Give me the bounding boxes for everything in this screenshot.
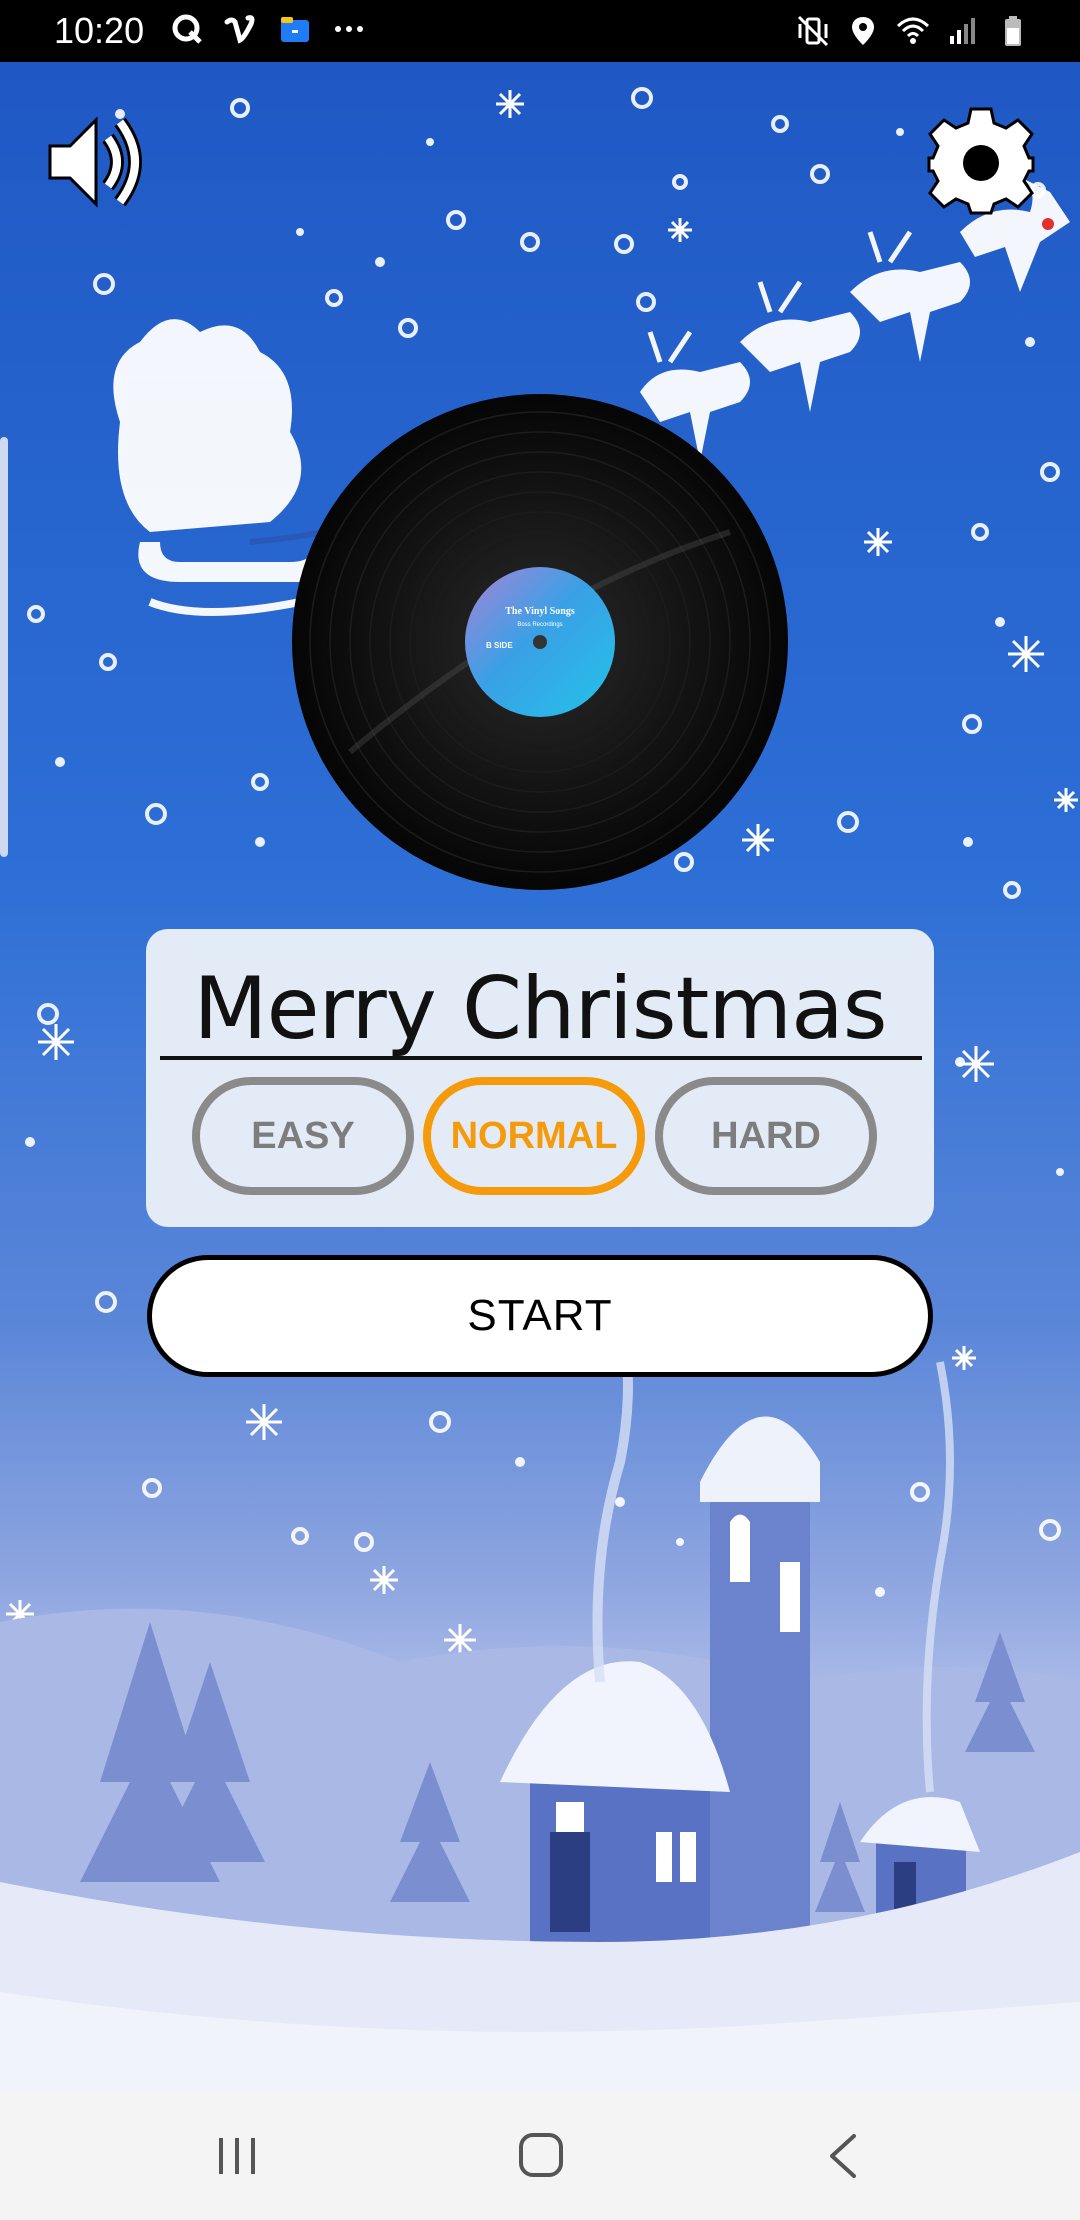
status-bar: 10:20 (0, 0, 1080, 62)
sound-toggle-button[interactable] (46, 112, 154, 212)
speaker-icon (48, 116, 142, 208)
game-background: The Vinyl Songs Boss Recordings B SIDE M… (0, 62, 1080, 2092)
record-label-side: B SIDE (486, 641, 513, 650)
song-title: Merry Christmas (193, 959, 887, 1059)
difficulty-normal-button[interactable]: NORMAL (423, 1077, 645, 1195)
files-icon (281, 17, 309, 42)
vimeo-icon (224, 15, 255, 44)
vibrate-mute-icon (797, 15, 829, 47)
recents-icon[interactable] (215, 2136, 259, 2176)
title-underline (160, 1056, 922, 1060)
status-right-icons (796, 14, 1030, 48)
difficulty-hard-button[interactable]: HARD (655, 1077, 877, 1195)
location-icon (852, 17, 874, 45)
gear-icon (927, 107, 1035, 215)
back-icon[interactable] (824, 2132, 864, 2180)
home-icon[interactable] (518, 2132, 564, 2178)
status-left-icons (170, 12, 366, 46)
status-time: 10:20 (54, 10, 145, 51)
navigation-bar (0, 2092, 1080, 2220)
start-button[interactable]: START (147, 1255, 933, 1377)
record-label-subtitle: Boss Recordings (517, 622, 562, 628)
battery-icon (1005, 16, 1021, 46)
settings-button[interactable] (926, 106, 1036, 216)
vinyl-record: The Vinyl Songs Boss Recordings B SIDE (292, 394, 788, 890)
signal-icon (950, 18, 975, 44)
wifi-icon (896, 17, 930, 44)
q-app-icon (172, 14, 202, 44)
more-dots-icon (335, 26, 363, 32)
difficulty-easy-button[interactable]: EASY (192, 1077, 414, 1195)
record-label-title: The Vinyl Songs (505, 606, 575, 617)
song-card: Merry Christmas EASY NORMAL HARD (146, 929, 934, 1227)
